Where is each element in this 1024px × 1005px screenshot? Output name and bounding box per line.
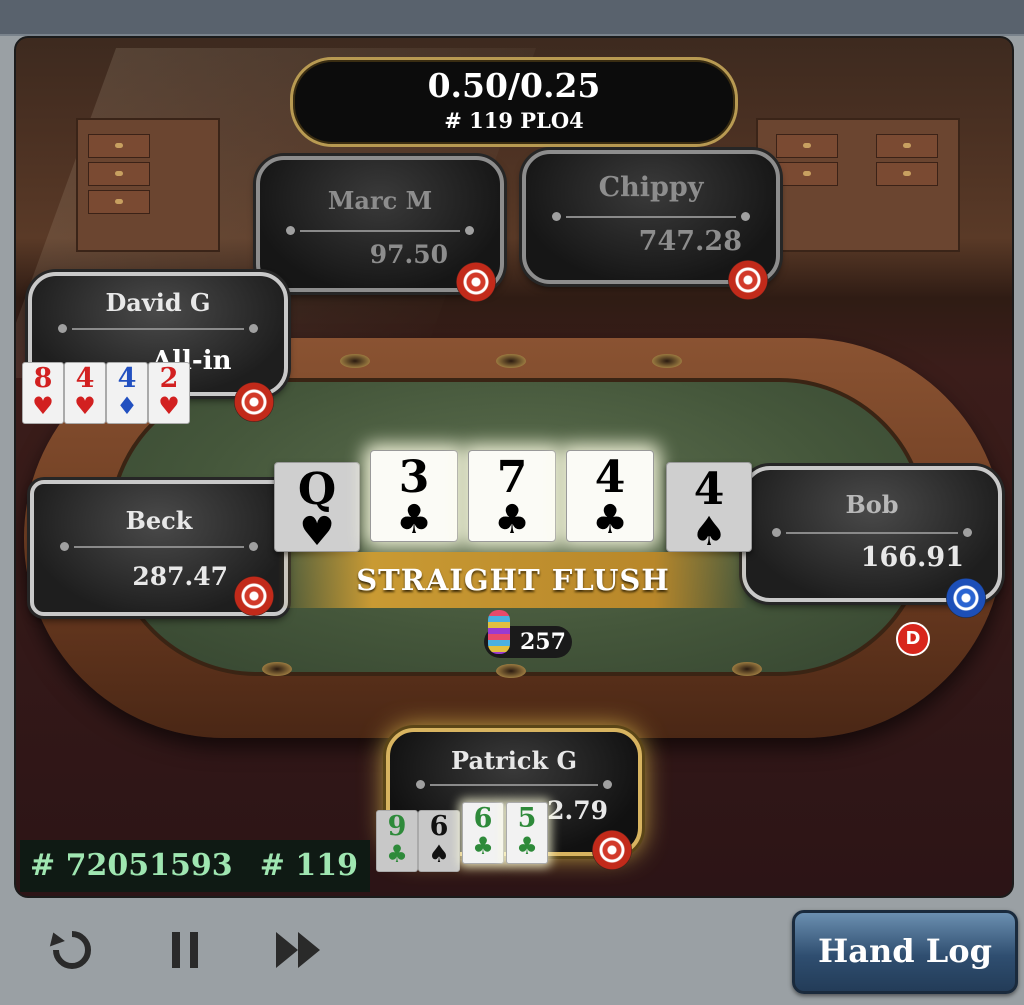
plate-divider xyxy=(286,226,474,235)
hole-card: 4 ♥ xyxy=(64,362,106,424)
hole-card: 5 ♣ xyxy=(506,802,548,864)
cup-holder xyxy=(652,354,682,368)
hole-card: 4 ♦ xyxy=(106,362,148,424)
target-icon[interactable] xyxy=(234,576,274,616)
hole-card: 6 ♠ xyxy=(418,810,460,872)
hand-log-button[interactable]: Hand Log xyxy=(792,910,1018,994)
dealer-button: D xyxy=(896,622,930,656)
window-title-bar xyxy=(0,0,1024,36)
plate-divider xyxy=(58,324,258,333)
hole-card: 2 ♥ xyxy=(148,362,190,424)
board-card: 4 ♠ xyxy=(666,462,752,552)
target-icon[interactable] xyxy=(456,262,496,302)
hole-card: 6 ♣ xyxy=(462,802,504,864)
drawer xyxy=(88,134,150,158)
target-icon[interactable] xyxy=(946,578,986,618)
player-stack: 287.47 xyxy=(132,562,228,591)
cup-holder xyxy=(262,662,292,676)
cup-holder xyxy=(496,354,526,368)
stakes-label: 0.50/0.25 xyxy=(427,66,601,105)
player-stack: 747.28 xyxy=(638,226,742,257)
player-name: David G xyxy=(105,288,211,317)
target-icon[interactable] xyxy=(728,260,768,300)
target-icon[interactable] xyxy=(592,830,632,870)
cup-holder xyxy=(496,664,526,678)
drawer xyxy=(876,134,938,158)
game-label: # 119 PLO4 xyxy=(444,108,584,133)
player-stack: 97.50 xyxy=(369,240,448,269)
hand-id: # 72051593 xyxy=(30,848,233,883)
stakes-header: 0.50/0.25 # 119 PLO4 xyxy=(290,57,738,147)
cup-holder xyxy=(732,662,762,676)
drawer xyxy=(776,162,838,186)
pot-amount: 257 xyxy=(520,629,566,655)
hand-result-banner: STRAIGHT FLUSH xyxy=(278,552,748,608)
target-icon[interactable] xyxy=(234,382,274,422)
cup-holder xyxy=(340,354,370,368)
chip-stack-icon xyxy=(488,610,510,654)
board-card: 3 ♣ xyxy=(370,450,458,542)
player-name: Patrick G xyxy=(451,746,577,775)
drawer xyxy=(876,162,938,186)
pot-display: 257 xyxy=(484,610,572,658)
board-card: 7 ♣ xyxy=(468,450,556,542)
hole-card: 8 ♥ xyxy=(22,362,64,424)
plate-divider xyxy=(552,212,750,221)
hand-number: # 119 xyxy=(259,848,358,883)
player-stack: 166.91 xyxy=(860,542,964,573)
pause-icon[interactable] xyxy=(158,922,214,978)
board-card: Q ♥ xyxy=(274,462,360,552)
plate-divider xyxy=(60,542,258,551)
player-name: Chippy xyxy=(598,172,704,203)
player-name: Marc M xyxy=(327,186,433,215)
replay-icon[interactable] xyxy=(44,922,100,978)
board-card: 4 ♣ xyxy=(566,450,654,542)
drawer xyxy=(88,162,150,186)
player-name: Beck xyxy=(125,506,193,535)
hole-card: 9 ♣ xyxy=(376,810,418,872)
plate-divider xyxy=(772,528,972,537)
plate-divider xyxy=(416,780,612,789)
drawer xyxy=(88,190,150,214)
hand-id-bar: # 72051593 # 119 xyxy=(20,840,370,892)
fast-forward-icon[interactable] xyxy=(270,922,326,978)
drawer xyxy=(776,134,838,158)
player-name: Bob xyxy=(845,490,899,519)
